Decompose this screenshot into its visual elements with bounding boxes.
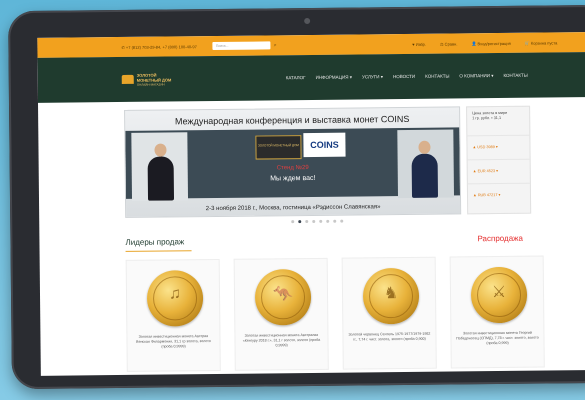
carousel-dot[interactable] [340, 219, 344, 223]
logo-icon [121, 74, 134, 84]
rate-usd[interactable]: ▲ USD 3989 ▾ [467, 134, 530, 150]
coin-emblem: 🦘 [272, 286, 294, 304]
nav-contacts[interactable]: КОНТАКТЫ [425, 73, 449, 79]
cart-link[interactable]: 🛒 Корзина пуста [525, 40, 558, 45]
carousel-dot[interactable] [305, 220, 309, 224]
coin-emblem: ♞ [383, 285, 399, 303]
sale-heading[interactable]: Распродажа [477, 234, 523, 243]
rates-header: Цена золота в мире 1 гр. рубл. • 31,1 [467, 107, 529, 126]
leaders-heading[interactable]: Лидеры продаж [125, 237, 184, 247]
leaders-underline [125, 250, 192, 252]
favorites-link[interactable]: ♥ Избр. [412, 41, 426, 46]
nav-info[interactable]: ИНФОРМАЦИЯ ▾ [316, 74, 352, 80]
carousel-dot[interactable] [312, 219, 316, 223]
nav-about[interactable]: О КОМПАНИИ ▾ [459, 73, 493, 79]
nav-services[interactable]: УСЛУГИ ▾ [362, 74, 383, 80]
coin-emblem: ♫ [168, 285, 182, 303]
product-card[interactable]: 🦘 Золотая инвестиционная монета Австрали… [233, 257, 329, 371]
compare-link[interactable]: ⚖ Сравн. [440, 41, 458, 46]
booth-sign: ЗОЛОТОЙ МОНЕТНЫЙ ДОМ [255, 135, 302, 160]
coin-image[interactable]: 🦘 [254, 268, 312, 326]
coin-image[interactable]: ♞ [362, 267, 420, 325]
product-title[interactable]: Золотая инвестиционная монета Австрии Ве… [131, 334, 215, 350]
search-icon[interactable]: ⌕ [274, 42, 277, 48]
coins-logo: COINS [303, 132, 346, 158]
promo-banner[interactable]: Международная конференция и выставка мон… [124, 106, 462, 218]
site-logo[interactable]: ЗОЛОТОЙ МОНЕТНЫЙ ДОМ ОНЛАЙН-МАГАЗИН [121, 72, 172, 87]
nav-catalog[interactable]: КАТАЛОГ [286, 75, 306, 81]
browser-screen: ✆ +7 (812) 703-29-84, +7 (800) 100-40-97… [37, 32, 585, 376]
camera-dot [304, 17, 311, 25]
carousel-dot[interactable] [291, 220, 295, 224]
logo-subtitle: ОНЛАЙН-МАГАЗИН [136, 82, 165, 87]
tablet-frame: ✆ +7 (812) 703-29-84, +7 (800) 100-40-97… [8, 4, 585, 390]
main-nav: КАТАЛОГ ИНФОРМАЦИЯ ▾ УСЛУГИ ▾ НОВОСТИ КО… [286, 72, 528, 81]
carousel-dot[interactable] [319, 219, 323, 223]
product-card[interactable]: ⚔ Золотая инвестиционная монета Георгий … [449, 255, 545, 369]
product-list: ♫ Золотая инвестиционная монета Австрии … [125, 255, 545, 372]
carousel-dot[interactable] [326, 219, 330, 223]
rate-rub[interactable]: ▲ RUB 47217 ▾ [467, 182, 531, 198]
rate-eur[interactable]: ▲ EUR 4523 ▾ [467, 158, 530, 174]
product-card[interactable]: ♫ Золотая инвестиционная монета Австрии … [125, 258, 221, 372]
product-card[interactable]: ♞ Золотой червонец Сеятель 1975-1977/197… [341, 256, 437, 370]
coin-image[interactable]: ⚔ [470, 266, 528, 324]
nav-news[interactable]: НОВОСТИ [393, 73, 415, 79]
carousel-dot[interactable] [298, 220, 302, 224]
site-header: ЗОЛОТОЙ МОНЕТНЫЙ ДОМ ОНЛАЙН-МАГАЗИН КАТА… [37, 52, 585, 103]
rates-subtitle: 1 гр. рубл. • 31,1 [472, 115, 502, 121]
phone-numbers[interactable]: ✆ +7 (812) 703-29-84, +7 (800) 100-40-97 [121, 44, 196, 50]
product-title[interactable]: Золотой червонец Сеятель 1975-1977/1979-… [347, 332, 431, 343]
search-input[interactable]: Поиск... [212, 41, 271, 51]
coin-image[interactable]: ♫ [146, 270, 204, 327]
rates-title: Цена золота в мире [472, 110, 508, 116]
login-link[interactable]: 👤 Вход/регистрация [471, 40, 510, 45]
booth-label: ЗОЛОТОЙ МОНЕТНЫЙ ДОМ [257, 143, 299, 148]
gold-rates-panel: Цена золота в мире 1 гр. рубл. • 31,1 ▲ … [466, 105, 532, 215]
banner-title: Международная конференция и выставка мон… [174, 113, 410, 127]
top-links: ♥ Избр. ⚖ Сравн. 👤 Вход/регистрация 🛒 Ко… [412, 40, 557, 47]
main-content: Международная конференция и выставка мон… [38, 97, 585, 376]
product-title[interactable]: Золотая инвестиционная монета Австралии … [239, 333, 323, 349]
banner-footer: 2-3 ноября 2018 г., Москва, гостиница «Р… [205, 204, 381, 213]
logo-line2: МОНЕТНЫЙ ДОМ [136, 76, 172, 83]
carousel-dots [39, 217, 585, 226]
coin-emblem: ⚔ [491, 283, 507, 302]
product-title[interactable]: Золотая инвестиционная монета Георгий По… [455, 331, 539, 347]
nav-contacts-2[interactable]: КОНТАКТЫ [503, 72, 527, 78]
carousel-dot[interactable] [333, 219, 337, 223]
